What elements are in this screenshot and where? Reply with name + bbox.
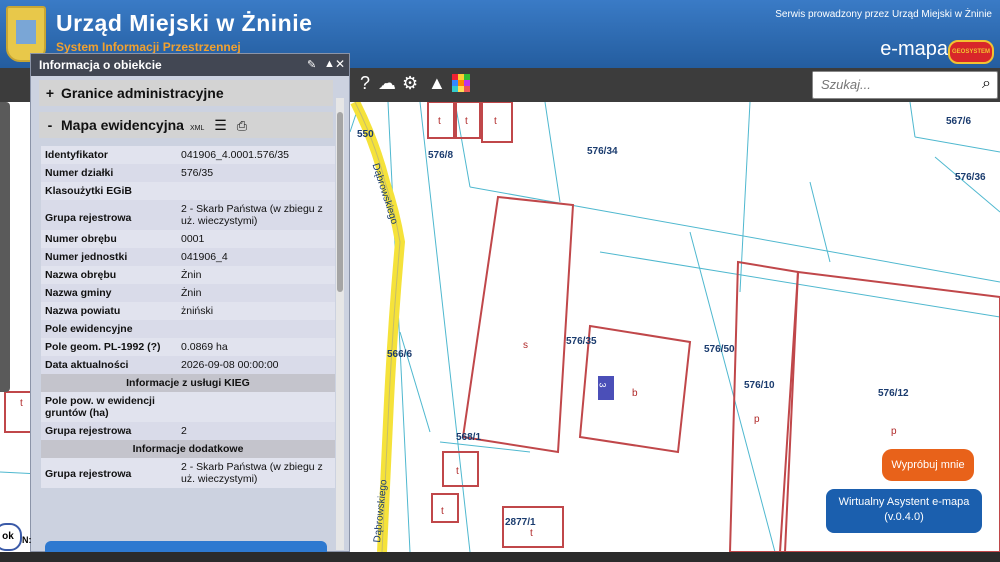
section-label: Granice administracyjne — [61, 85, 224, 101]
section-granice[interactable]: + Granice administracyjne — [39, 80, 333, 106]
panel-scrollbar[interactable] — [336, 98, 344, 550]
print-icon[interactable]: ⎙ — [237, 118, 247, 133]
bottom-bar — [0, 552, 1000, 562]
collapse-section-icon: - — [47, 117, 53, 133]
help-icon[interactable]: ? — [360, 73, 370, 94]
table-row: Nazwa powiatu żniński — [41, 302, 335, 320]
section-label: Mapa ewidencyjna — [61, 117, 184, 133]
table-row[interactable]: Pole geom. PL-1992 (?) 0.0869 ha — [41, 338, 335, 356]
scroll-thumb[interactable] — [337, 112, 343, 292]
extra-header: Informacje dodatkowe — [41, 440, 335, 458]
settings-icon[interactable]: ⚙ — [402, 73, 418, 94]
table-row: Pole pow. w ewidencji gruntów (ha) — [41, 392, 335, 422]
table-row: Numer obrębu 0001 — [41, 230, 335, 248]
assistant-version: (v.0.4.0) — [884, 511, 924, 523]
list-icon[interactable]: ☰ — [214, 117, 227, 133]
table-row: Grupa rejestrowa 2 - Skarb Państwa (w zbi… — [41, 200, 335, 230]
object-info-panel: Informacja o obiekcie ✎ ▲ ✕ + Granice adm… — [30, 53, 350, 555]
table-row: Numer działki 576/35 — [41, 164, 335, 182]
section-mapa-ewidencyjna[interactable]: - Mapa ewidencyjna XML ☰ ⎙ — [39, 112, 333, 138]
table-row: Pole ewidencyjne — [41, 320, 335, 338]
virtual-assistant-button[interactable]: Wirtualny Asystent e-mapa (v.0.4.0) — [826, 489, 982, 533]
color-grid-icon[interactable] — [452, 74, 470, 92]
emapa-brand: e-mapa — [880, 38, 948, 60]
header-title: Urząd Miejski w Żninie — [56, 10, 313, 36]
kieg-header: Informacje z usługi KIEG — [41, 374, 335, 392]
building-marker — [598, 376, 614, 400]
ok-button[interactable]: ok — [0, 523, 22, 551]
table-row: Grupa rejestrowa 2 — [41, 422, 335, 440]
left-tools-strip[interactable] — [0, 102, 10, 392]
table-row: Nazwa gminy Żnin — [41, 284, 335, 302]
attribute-table: Identyfikator 041906_4.0001.576/35 Numer … — [41, 146, 335, 488]
serwis-text: Serwis prowadzony przez Urząd Miejski w … — [775, 9, 992, 20]
search-box: ⌕ — [812, 71, 998, 99]
panel-header[interactable]: Informacja o obiekcie — [31, 54, 349, 76]
pin-icon[interactable]: ✎ — [307, 58, 316, 71]
pole-geom-help-link[interactable]: Pole geom. PL-1992 (?) — [41, 338, 177, 356]
try-me-bubble[interactable]: Wypróbuj mnie — [882, 449, 974, 481]
expand-icon: + — [45, 85, 55, 101]
header-subtitle: System Informacji Przestrzennej — [56, 40, 241, 54]
north-label: N: — [22, 535, 32, 545]
road-icon[interactable]: ▲ — [428, 73, 446, 94]
collapse-icon[interactable]: ▲ — [324, 58, 335, 70]
geosystem-logo: GEOSYSTEM — [948, 40, 994, 64]
search-icon[interactable]: ⌕ — [982, 75, 991, 93]
table-row: Data aktualności 2026-09-08 00:00:00 — [41, 356, 335, 374]
xml-export-icon[interactable]: XML — [190, 125, 204, 132]
panel-title: Informacja o obiekcie — [39, 58, 162, 72]
assistant-name: Wirtualny Asystent e-mapa — [838, 496, 970, 508]
table-row: Identyfikator 041906_4.0001.576/35 — [41, 146, 335, 164]
cloud-upload-icon[interactable]: ☁ — [378, 73, 396, 94]
table-row: Nazwa obrębu Żnin — [41, 266, 335, 284]
table-row: Numer jednostki 041906_4 — [41, 248, 335, 266]
table-row: Klasoużytki EGiB — [41, 182, 335, 200]
close-icon[interactable]: ✕ — [335, 57, 345, 71]
table-row: Grupa rejestrowa 2 - Skarb Państwa (w zbi… — [41, 458, 335, 488]
search-input[interactable] — [813, 72, 979, 96]
